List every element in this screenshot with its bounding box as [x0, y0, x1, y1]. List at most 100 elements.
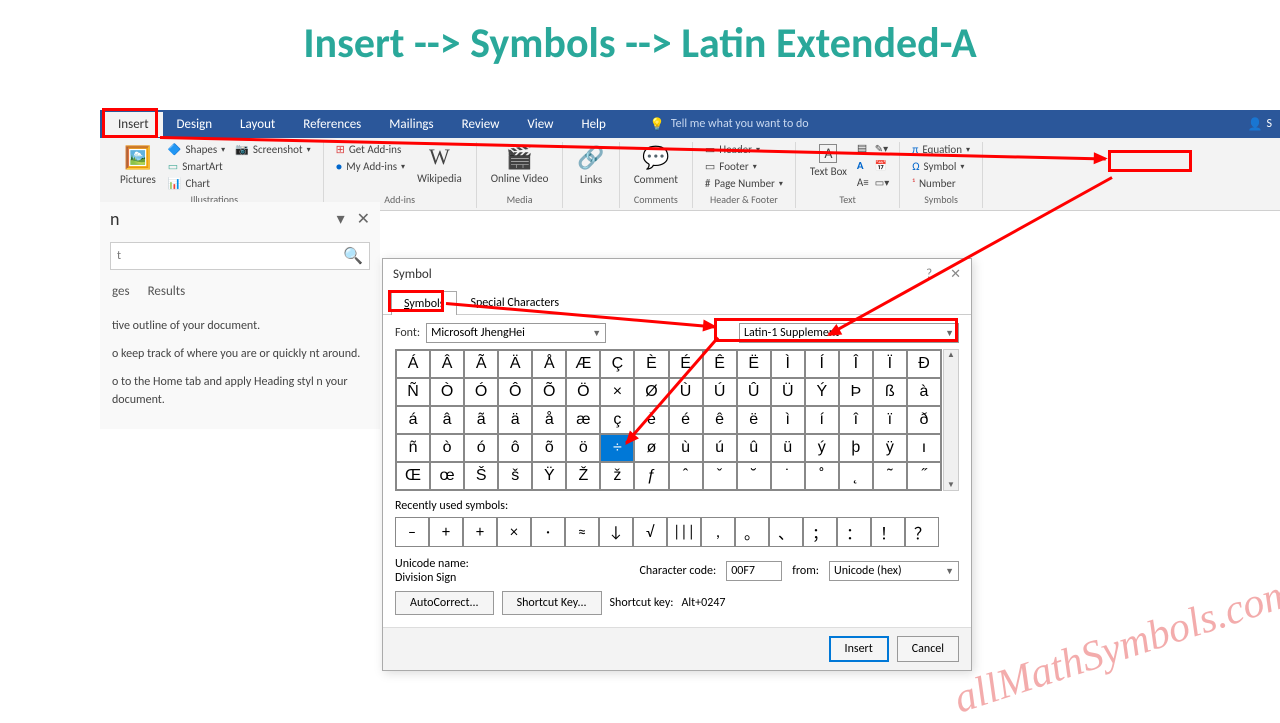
char-cell[interactable]: Ö	[566, 378, 600, 406]
char-cell[interactable]: Ä	[498, 350, 532, 378]
number-button[interactable]: ¹Number	[910, 176, 972, 191]
char-cell[interactable]: ë	[737, 406, 771, 434]
char-cell[interactable]: ô	[498, 434, 532, 462]
dialog-help-icon[interactable]: ?	[926, 267, 932, 282]
tab-references[interactable]: References	[289, 112, 375, 137]
user-badge[interactable]: 👤S	[1248, 117, 1280, 132]
char-cell[interactable]: ž	[600, 462, 634, 490]
signature-icon[interactable]: ✎▾	[875, 142, 889, 155]
char-cell[interactable]: Ú	[703, 378, 737, 406]
dropcap-icon[interactable]: A≡	[857, 176, 869, 189]
textbox-button[interactable]: AText Box	[806, 142, 851, 180]
grid-scrollbar[interactable]: ▲▼	[943, 349, 959, 491]
char-cell[interactable]: Ê	[703, 350, 737, 378]
tab-help[interactable]: Help	[567, 112, 619, 137]
tab-mailings[interactable]: Mailings	[375, 112, 447, 137]
recent-cell[interactable]: ×	[497, 517, 531, 547]
char-cell[interactable]: þ	[839, 434, 873, 462]
char-cell[interactable]: ˛	[839, 462, 873, 490]
recent-cell[interactable]: √	[633, 517, 667, 547]
char-cell[interactable]: õ	[532, 434, 566, 462]
nav-dropdown-icon[interactable]: ▾	[337, 209, 345, 229]
nav-search-input[interactable]	[117, 249, 343, 263]
char-cell[interactable]: å	[532, 406, 566, 434]
char-cell[interactable]: Ù	[669, 378, 703, 406]
char-cell[interactable]: Ž	[566, 462, 600, 490]
char-cell[interactable]: Ï	[873, 350, 907, 378]
search-icon[interactable]: 🔍	[343, 246, 363, 266]
char-cell[interactable]: ê	[703, 406, 737, 434]
char-cell[interactable]: ÿ	[873, 434, 907, 462]
nav-close-icon[interactable]: ✕	[357, 209, 370, 229]
char-cell[interactable]: Œ	[396, 462, 430, 490]
char-cell[interactable]: ö	[566, 434, 600, 462]
recent-cell[interactable]: ↓	[599, 517, 633, 547]
header-button[interactable]: ▭Header ▾	[703, 142, 785, 157]
object-icon[interactable]: ▭▾	[875, 176, 889, 189]
comment-button[interactable]: 💬Comment	[630, 142, 682, 188]
char-cell[interactable]: ó	[464, 434, 498, 462]
font-combo[interactable]: Microsoft JhengHei▼	[426, 323, 606, 343]
tab-design[interactable]: Design	[163, 112, 226, 137]
recent-cell[interactable]: +	[463, 517, 497, 547]
recent-cell[interactable]: ？	[905, 517, 939, 547]
tab-review[interactable]: Review	[448, 112, 514, 137]
char-cell[interactable]: Ñ	[396, 378, 430, 406]
recent-cell[interactable]: ≈	[565, 517, 599, 547]
wordart-icon[interactable]: A	[857, 159, 869, 172]
dialog-tab-symbols[interactable]: SSymbolsymbols	[391, 291, 457, 315]
dialog-tab-special[interactable]: Special Characters	[457, 290, 572, 314]
footer-button[interactable]: ▭Footer ▾	[703, 159, 785, 174]
char-cell[interactable]: ˜	[873, 462, 907, 490]
charcode-input[interactable]	[726, 561, 782, 581]
autocorrect-button[interactable]: AutoCorrect...	[395, 591, 494, 615]
char-cell[interactable]: ì	[771, 406, 805, 434]
char-cell[interactable]: ù	[669, 434, 703, 462]
char-cell[interactable]: ã	[464, 406, 498, 434]
char-cell[interactable]: á	[396, 406, 430, 434]
char-cell[interactable]: É	[669, 350, 703, 378]
chart-button[interactable]: 📊Chart	[166, 176, 227, 191]
char-cell[interactable]: œ	[430, 462, 464, 490]
char-cell[interactable]: Ì	[771, 350, 805, 378]
char-cell[interactable]: ä	[498, 406, 532, 434]
char-cell[interactable]: È	[634, 350, 668, 378]
char-cell[interactable]: Í	[805, 350, 839, 378]
links-button[interactable]: 🔗Links	[573, 142, 608, 188]
nav-tab-pages[interactable]: ges	[112, 284, 130, 299]
char-cell[interactable]: ï	[873, 406, 907, 434]
char-cell[interactable]: ˙	[771, 462, 805, 490]
char-cell[interactable]: Å	[532, 350, 566, 378]
char-cell[interactable]: ú	[703, 434, 737, 462]
smartart-button[interactable]: ▭SmartArt	[166, 159, 227, 174]
char-cell[interactable]: Õ	[532, 378, 566, 406]
char-cell[interactable]: è	[634, 406, 668, 434]
tab-layout[interactable]: Layout	[226, 112, 289, 137]
get-addins-button[interactable]: ⊞Get Add-ins	[334, 142, 407, 157]
tell-me-search[interactable]: 💡Tell me what you want to do	[650, 117, 809, 132]
recent-cell[interactable]: ,	[701, 517, 735, 547]
online-video-button[interactable]: 🎬Online Video	[487, 142, 553, 187]
tab-insert[interactable]: Insert	[104, 112, 163, 137]
char-cell[interactable]: û	[737, 434, 771, 462]
char-cell[interactable]: ı	[907, 434, 941, 462]
char-cell[interactable]: Ã	[464, 350, 498, 378]
char-cell[interactable]: Û	[737, 378, 771, 406]
datetime-icon[interactable]: 📅	[875, 159, 889, 172]
char-cell[interactable]: î	[839, 406, 873, 434]
char-cell[interactable]: ß	[873, 378, 907, 406]
char-cell[interactable]: Î	[839, 350, 873, 378]
tab-view[interactable]: View	[513, 112, 567, 137]
recent-cell[interactable]: ：	[837, 517, 871, 547]
char-cell[interactable]: é	[669, 406, 703, 434]
char-cell[interactable]: æ	[566, 406, 600, 434]
char-cell[interactable]: ˆ	[669, 462, 703, 490]
char-cell[interactable]: ð	[907, 406, 941, 434]
char-cell[interactable]: š	[498, 462, 532, 490]
char-cell[interactable]: ÷	[600, 434, 634, 462]
char-cell[interactable]: ñ	[396, 434, 430, 462]
char-cell[interactable]: Þ	[839, 378, 873, 406]
recent-cell[interactable]: 。	[735, 517, 769, 547]
recent-cell[interactable]: ·	[531, 517, 565, 547]
char-cell[interactable]: Ô	[498, 378, 532, 406]
